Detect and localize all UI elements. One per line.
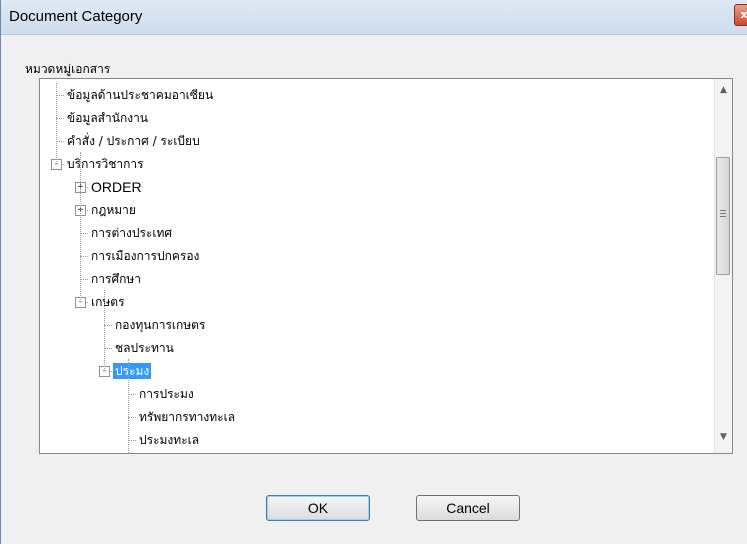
tree-node[interactable]: ทรัพยากรทางทะเล bbox=[137, 407, 237, 427]
tree-node-label: ORDER bbox=[91, 179, 142, 195]
tree-node-label: ชลประทาน bbox=[115, 341, 174, 355]
thumb-grip bbox=[720, 216, 726, 217]
tree-guide-line bbox=[80, 152, 81, 302]
tree-guide-line bbox=[104, 290, 105, 371]
tree-node-label: ทรัพยากรทางทะเล bbox=[139, 410, 236, 424]
tree-node[interactable]: การต่างประเทศ bbox=[89, 223, 174, 243]
ok-button[interactable]: OK bbox=[266, 495, 370, 521]
tree-node-label: บริการวิชาการ bbox=[67, 157, 144, 171]
tree-node-label: คำสั่ง / ประกาศ / ระเบียบ bbox=[67, 134, 200, 148]
scroll-up-arrow-icon[interactable]: ▲ bbox=[715, 82, 732, 99]
tree-connector bbox=[56, 141, 64, 142]
cancel-button[interactable]: Cancel bbox=[416, 495, 520, 521]
window-title: Document Category bbox=[9, 8, 143, 25]
tree-connector bbox=[80, 279, 88, 280]
tree-node[interactable]: เกษตร bbox=[89, 292, 127, 312]
tree-node[interactable]: ชลประทาน bbox=[113, 338, 176, 358]
tree-guide-line bbox=[56, 83, 57, 164]
tree-guide-line bbox=[128, 359, 129, 453]
tree-node[interactable]: การประมง bbox=[137, 384, 196, 404]
close-icon[interactable]: x bbox=[734, 4, 747, 26]
thumb-grip bbox=[720, 210, 726, 211]
tree-node-label: ข้อมูลด้านประชาคมอาเซียน bbox=[67, 88, 214, 102]
tree-connector bbox=[128, 394, 136, 395]
tree-node[interactable]: ประมง bbox=[113, 361, 152, 381]
scroll-down-arrow-icon[interactable]: ▼ bbox=[715, 429, 732, 446]
tree-node-label: กองทุนการเกษตร bbox=[115, 318, 206, 332]
tree-connector bbox=[128, 417, 136, 418]
tree-connector bbox=[56, 118, 64, 119]
tree-connector bbox=[128, 440, 136, 441]
tree-node[interactable]: การศึกษา bbox=[89, 269, 143, 289]
tree-connector bbox=[104, 348, 112, 349]
tree-node[interactable]: บริการวิชาการ bbox=[65, 154, 146, 174]
thumb-grip bbox=[720, 213, 726, 214]
tree-node[interactable]: คำสั่ง / ประกาศ / ระเบียบ bbox=[65, 131, 202, 151]
tree-node-label: การเมืองการปกครอง bbox=[91, 249, 200, 263]
tree-connector bbox=[56, 95, 64, 96]
tree-node[interactable]: ORDER bbox=[89, 177, 144, 197]
tree-node-label: เกษตร bbox=[91, 295, 125, 309]
category-group-label: หมวดหมู่เอกสาร bbox=[25, 62, 111, 76]
tree-node[interactable]: กองทุนการเกษตร bbox=[113, 315, 207, 335]
tree-node-label: การศึกษา bbox=[91, 272, 141, 286]
tree-node[interactable]: กฎหมาย bbox=[89, 200, 138, 220]
dialog-window: Document Category x หมวดหมู่เอกสาร ▲ ▼ ข… bbox=[0, 0, 747, 544]
tree-node[interactable]: ประมงทะเล bbox=[137, 430, 201, 450]
tree-connector bbox=[80, 233, 88, 234]
tree-node-label: ประมง bbox=[113, 363, 152, 379]
tree-node[interactable]: ข้อมูลด้านประชาคมอาเซียน bbox=[65, 85, 215, 105]
tree-node[interactable]: ประมงน้ำจืด bbox=[137, 453, 205, 454]
tree-node-label: การต่างประเทศ bbox=[91, 226, 172, 240]
tree-node-label: ข้อมูลสำนักงาน bbox=[67, 111, 149, 125]
vertical-scrollbar[interactable]: ▲ ▼ bbox=[714, 79, 732, 453]
scrollbar-thumb[interactable] bbox=[716, 157, 730, 275]
tree-node-label: กฎหมาย bbox=[91, 203, 136, 217]
title-bar[interactable]: Document Category x bbox=[1, 0, 747, 35]
tree-connector bbox=[80, 256, 88, 257]
tree-node[interactable]: การเมืองการปกครอง bbox=[89, 246, 201, 266]
tree-node-label: ประมงทะเล bbox=[139, 433, 200, 447]
tree-node-label: การประมง bbox=[139, 387, 194, 401]
tree-node[interactable]: ข้อมูลสำนักงาน bbox=[65, 108, 150, 128]
category-tree[interactable]: ▲ ▼ ข้อมูลด้านประชาคมอาเซียนข้อมูลสำนักง… bbox=[39, 78, 733, 454]
tree-connector bbox=[104, 325, 112, 326]
